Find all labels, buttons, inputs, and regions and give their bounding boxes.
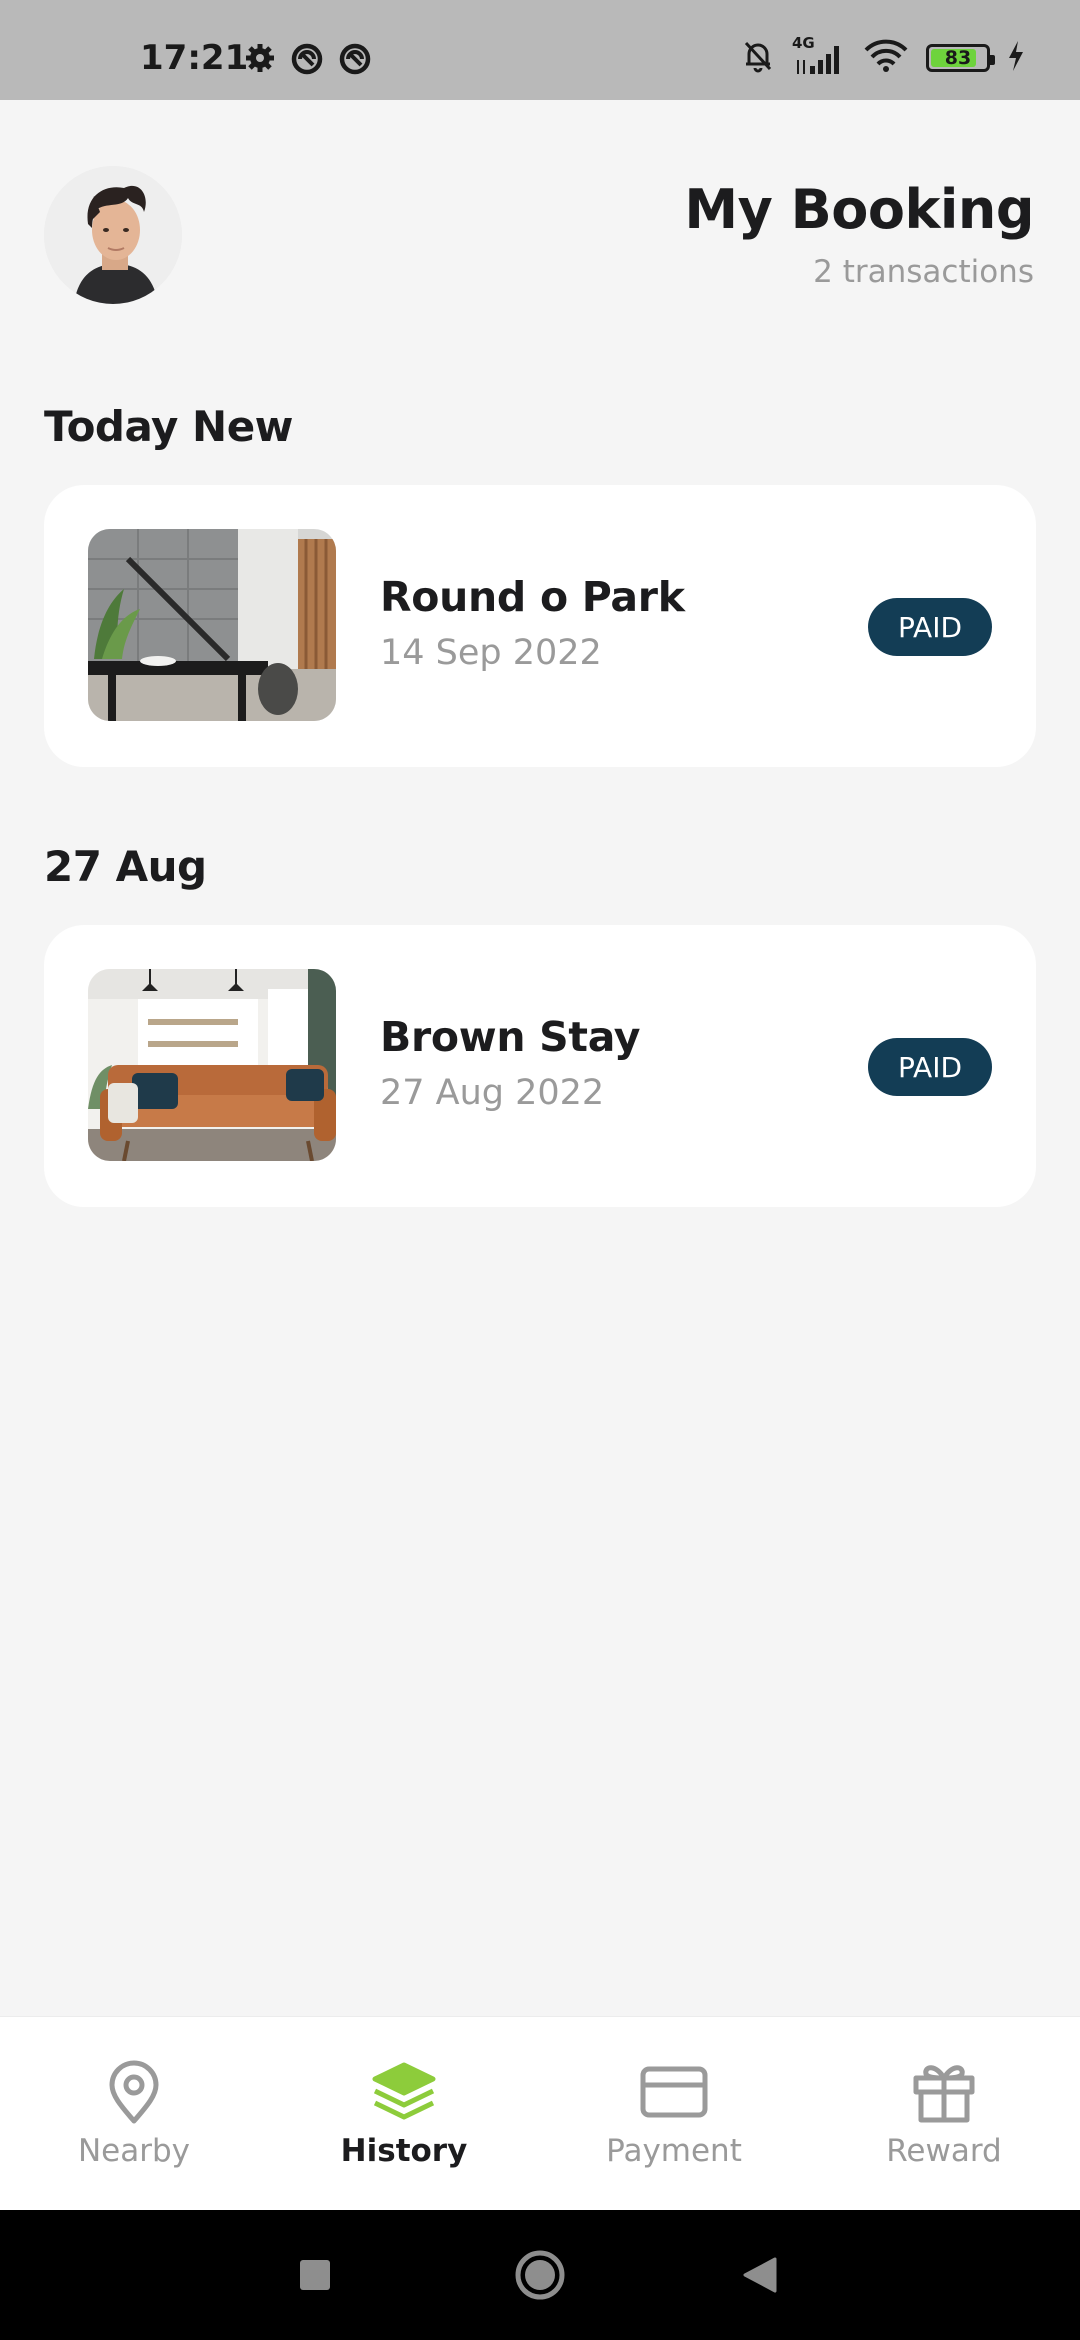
recents-button[interactable] <box>265 2210 365 2340</box>
status-badge: PAID <box>868 1038 992 1096</box>
nav-item-history[interactable]: History <box>304 2057 504 2169</box>
booking-thumbnail <box>88 529 336 721</box>
booking-card[interactable]: Round o Park 14 Sep 2022 PAID <box>44 485 1036 767</box>
transaction-count: 2 transactions <box>813 254 1034 290</box>
status-left-icons <box>244 42 372 80</box>
wifi-icon <box>862 38 910 78</box>
nav-label: Nearby <box>77 2133 191 2169</box>
avatar-image <box>44 166 182 304</box>
nav-label: Payment <box>606 2133 742 2169</box>
nav-item-nearby[interactable]: Nearby <box>34 2057 234 2169</box>
status-time: 17:21 <box>140 38 249 78</box>
avatar[interactable] <box>44 166 182 304</box>
section-title-27-aug: 27 Aug <box>44 842 207 891</box>
square-icon <box>300 2260 330 2290</box>
section-title-today-new: Today New <box>44 402 293 451</box>
data-saver-icon <box>338 42 372 80</box>
bottom-nav: Nearby History Payment Reward <box>0 2016 1080 2210</box>
status-bar: 17:21 4G 83 <box>0 0 1080 100</box>
battery-level: 83 <box>944 47 972 69</box>
booking-name: Brown Stay <box>380 1013 641 1061</box>
back-button[interactable] <box>710 2210 810 2340</box>
data-saver-icon <box>290 42 324 80</box>
layers-icon <box>369 2057 439 2127</box>
status-right-icons: 4G 83 <box>740 34 1026 78</box>
charging-icon <box>1006 39 1026 77</box>
gift-icon <box>909 2057 979 2127</box>
nav-item-reward[interactable]: Reward <box>844 2057 1044 2169</box>
back-triangle-icon <box>743 2257 777 2293</box>
status-badge: PAID <box>868 598 992 656</box>
nav-item-payment[interactable]: Payment <box>574 2057 774 2169</box>
signal-icon: 4G <box>792 34 846 76</box>
booking-date: 14 Sep 2022 <box>380 633 602 673</box>
home-button[interactable] <box>490 2210 590 2340</box>
nav-label: History <box>340 2133 468 2169</box>
battery-icon: 83 <box>926 44 995 72</box>
circle-icon <box>515 2250 565 2300</box>
page-title: My Booking <box>684 178 1034 241</box>
system-nav-bar <box>0 2210 1080 2340</box>
booking-date: 27 Aug 2022 <box>380 1073 605 1113</box>
booking-name: Round o Park <box>380 573 685 621</box>
credit-card-icon <box>639 2057 709 2127</box>
location-pin-icon <box>99 2057 169 2127</box>
bell-off-icon <box>740 38 776 78</box>
booking-card[interactable]: Brown Stay 27 Aug 2022 PAID <box>44 925 1036 1207</box>
booking-thumbnail <box>88 969 336 1161</box>
nav-label: Reward <box>886 2133 1002 2169</box>
gear-icon <box>244 42 276 80</box>
